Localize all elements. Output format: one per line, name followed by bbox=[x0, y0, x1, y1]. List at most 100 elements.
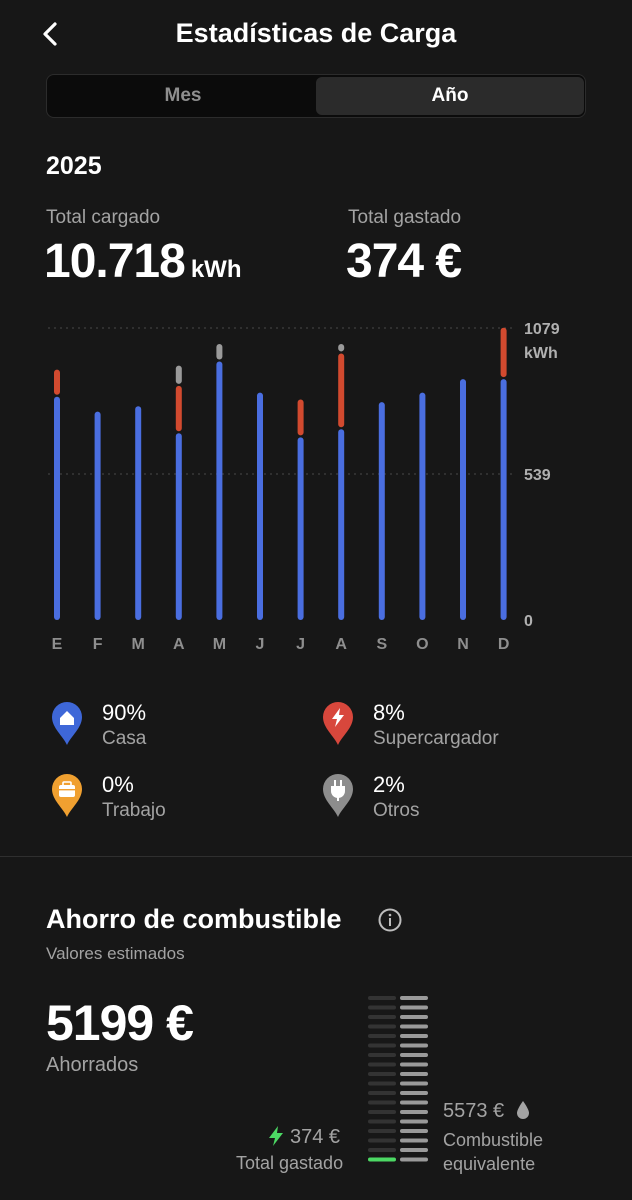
fuel-level-bar bbox=[400, 1081, 428, 1086]
fuel-equivalent-amount: 5573 € bbox=[443, 1100, 505, 1122]
y-tick-label: 539 bbox=[524, 467, 551, 484]
fuel-level-bar bbox=[400, 1091, 428, 1095]
fuel-savings-title: Ahorro de combustible bbox=[46, 904, 342, 934]
fuel-level-bar bbox=[400, 1110, 428, 1114]
fuel-level-bar bbox=[400, 1138, 428, 1143]
legend-otros-label: Otros bbox=[373, 800, 420, 821]
total-charged-value: 10.718 kWh bbox=[44, 234, 241, 289]
fuel-level-bar bbox=[400, 1100, 428, 1105]
home-icon bbox=[52, 702, 82, 745]
spent-level-bar bbox=[368, 1024, 396, 1029]
x-tick-label: A bbox=[173, 636, 185, 653]
fuel-level-bar bbox=[400, 1129, 428, 1133]
total-charged-label: Total cargado bbox=[46, 207, 161, 228]
total-spent-label: Total gastado bbox=[348, 207, 462, 228]
x-tick-label: N bbox=[457, 636, 469, 653]
info-button[interactable] bbox=[378, 908, 402, 932]
spent-level-bar bbox=[368, 1081, 396, 1086]
fuel-spent-amount: 374 € bbox=[290, 1126, 341, 1148]
legend-trabajo-label: Trabajo bbox=[102, 800, 166, 821]
fuel-savings-subtitle: Valores estimados bbox=[46, 944, 185, 963]
total-charged-number: 10.718 bbox=[44, 235, 186, 288]
chart-bar-segment bbox=[175, 365, 182, 384]
y-tick-label: 0 bbox=[524, 613, 533, 630]
chart-bar-segment bbox=[297, 399, 304, 436]
x-tick-label: E bbox=[52, 636, 63, 653]
chart-bar-segment bbox=[338, 353, 345, 428]
spent-level-bar bbox=[368, 1100, 396, 1105]
x-tick-label: D bbox=[498, 636, 510, 653]
x-tick-label: F bbox=[93, 636, 103, 653]
spent-level-bar bbox=[368, 1072, 396, 1076]
chart-bar-segment bbox=[257, 392, 263, 620]
chart-bar-segment bbox=[216, 343, 223, 360]
y-tick-label: 1079 bbox=[524, 321, 560, 338]
x-tick-label: A bbox=[335, 636, 347, 653]
legend-supercargador-label: Supercargador bbox=[373, 728, 499, 749]
chart-bar-segment bbox=[500, 327, 507, 378]
fuel-equivalent-label-line2: equivalente bbox=[443, 1154, 536, 1174]
fuel-level-bar bbox=[400, 1062, 428, 1067]
charging-bar-chart: E F M A M J J A S O N D0 539 1079 kWh bbox=[48, 321, 560, 653]
saved-label: Ahorrados bbox=[46, 1054, 139, 1076]
tab-month[interactable]: Mes bbox=[49, 77, 317, 115]
spent-level-bar bbox=[368, 1053, 396, 1057]
chart-bar-segment bbox=[419, 392, 426, 620]
spent-level-bar bbox=[368, 1157, 396, 1162]
spent-level-bar bbox=[368, 996, 396, 1000]
lightning-icon bbox=[269, 1126, 283, 1146]
briefcase-icon bbox=[52, 774, 82, 817]
chart-bar-segment bbox=[54, 369, 60, 395]
tab-year[interactable]: Año bbox=[316, 77, 584, 115]
fuel-level-bar bbox=[400, 1024, 428, 1029]
lightning-icon bbox=[323, 702, 353, 745]
chart-bar-segment bbox=[175, 385, 182, 432]
plug-icon bbox=[323, 774, 353, 817]
y-unit-label: kWh bbox=[524, 345, 558, 362]
fuel-level-bar bbox=[400, 1034, 428, 1038]
total-charged-unit: kWh bbox=[190, 256, 242, 283]
spent-level-bar bbox=[368, 1062, 396, 1067]
legend-supercargador-pct: 8% bbox=[373, 700, 405, 725]
chart-bar-segment bbox=[500, 379, 507, 620]
fuel-equivalent-label: Combustible equivalente bbox=[443, 1128, 543, 1176]
legend-casa-pct: 90% bbox=[102, 700, 147, 725]
spent-level-bar bbox=[368, 1034, 396, 1038]
spent-level-bar bbox=[368, 1148, 396, 1152]
chart-bar-segment bbox=[94, 411, 101, 620]
spent-level-bar bbox=[368, 1129, 396, 1133]
chart-bar-segment bbox=[338, 343, 345, 352]
fuel-level-bar bbox=[400, 1005, 428, 1010]
fuel-comparison-bars bbox=[368, 996, 428, 1162]
fuel-equivalent-label-line1: Combustible bbox=[443, 1130, 544, 1150]
chart-bar-segment bbox=[378, 402, 385, 620]
fuel-level-bar bbox=[400, 1119, 428, 1124]
page-title: Estadísticas de Carga bbox=[175, 18, 457, 48]
x-tick-label: M bbox=[132, 636, 145, 653]
info-icon bbox=[378, 908, 402, 932]
spent-level-bar bbox=[368, 1043, 396, 1048]
fuel-level-bar bbox=[400, 1157, 428, 1162]
legend-casa-label: Casa bbox=[102, 728, 147, 749]
fuel-level-bar bbox=[400, 1072, 428, 1076]
fuel-equivalent-value: 5573 € bbox=[443, 1100, 530, 1123]
chart-bar-segment bbox=[135, 406, 142, 620]
chart-bar-segment bbox=[54, 396, 60, 620]
x-tick-label: J bbox=[256, 636, 265, 653]
x-tick-label: J bbox=[296, 636, 305, 653]
drop-icon bbox=[516, 1101, 529, 1119]
chart-bar-segment bbox=[460, 379, 466, 620]
section-divider bbox=[0, 856, 632, 857]
spent-level-bar bbox=[368, 1091, 396, 1095]
fuel-level-bar bbox=[400, 996, 428, 1000]
x-tick-label: M bbox=[213, 636, 226, 653]
x-tick-label: S bbox=[376, 636, 387, 653]
fuel-spent-value: 374 € bbox=[268, 1126, 340, 1149]
chart-bar-segment bbox=[297, 437, 304, 620]
saved-amount: 5199 € bbox=[46, 995, 194, 1051]
spent-level-bar bbox=[368, 1015, 396, 1019]
total-spent-value: 374 € bbox=[346, 235, 462, 288]
fuel-spent-label: Total gastado bbox=[236, 1153, 344, 1173]
fuel-level-bar bbox=[400, 1148, 428, 1152]
legend-otros-pct: 2% bbox=[373, 772, 405, 797]
